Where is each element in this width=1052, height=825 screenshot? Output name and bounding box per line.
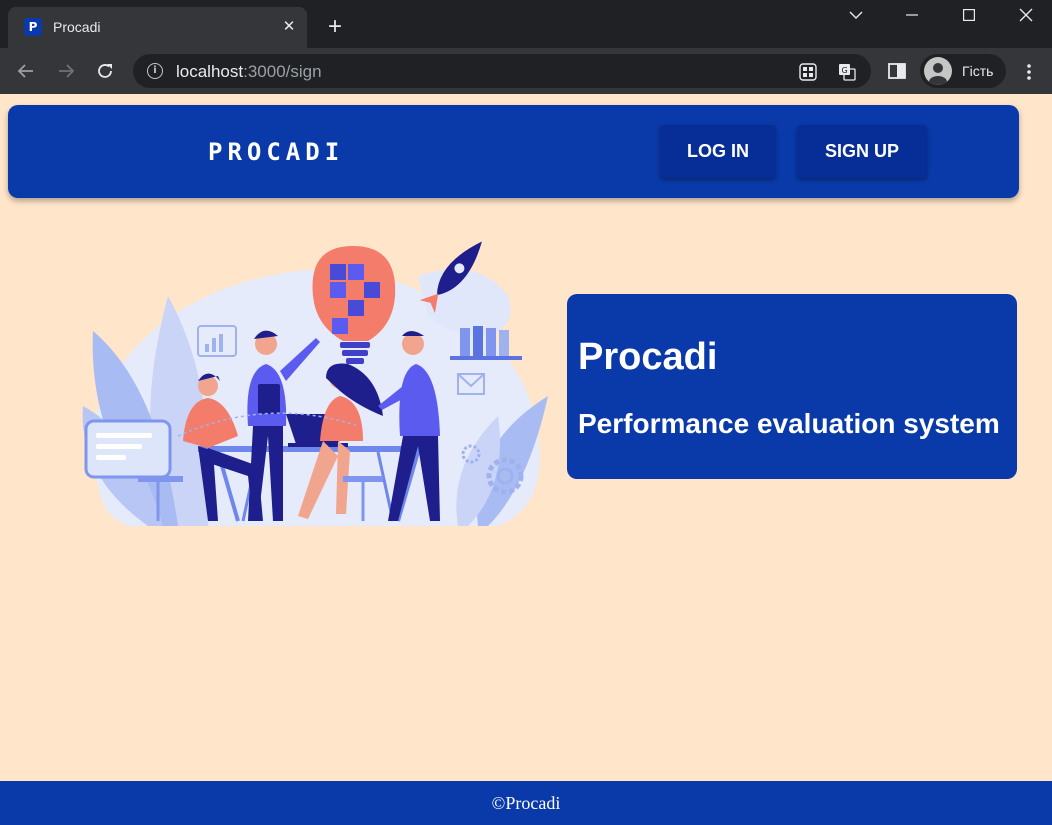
minimize-icon[interactable]	[884, 0, 940, 30]
login-button[interactable]: LOG IN	[660, 125, 776, 178]
page-viewport: PROCADI LOG IN SIGN UP Procadi Performan…	[0, 94, 1052, 825]
profile-label: Гість	[962, 63, 994, 79]
maximize-icon[interactable]	[941, 0, 997, 30]
tab-title: Procadi	[53, 19, 101, 35]
apps-grid-icon[interactable]	[798, 62, 818, 82]
url-text[interactable]: localhost:3000/sign	[176, 62, 322, 82]
hero-card: Procadi Performance evaluation system	[567, 294, 1017, 479]
profile-button[interactable]: Гість	[920, 54, 1006, 88]
back-icon[interactable]	[11, 56, 41, 86]
hero-title: Procadi	[578, 336, 718, 378]
tab-search-icon[interactable]	[828, 0, 884, 30]
browser-tab[interactable]: P Procadi ✕	[8, 7, 307, 48]
team-illustration	[58, 236, 558, 536]
favicon-icon: P	[24, 18, 42, 36]
brand-logo-text[interactable]: PROCADI	[208, 138, 344, 166]
app-header: PROCADI LOG IN SIGN UP	[8, 105, 1019, 198]
browser-toolbar: i localhost:3000/sign G Гість	[0, 48, 1052, 94]
user-avatar-icon	[924, 57, 952, 85]
hero-subtitle: Performance evaluation system	[578, 408, 1000, 439]
url-host: localhost	[176, 62, 244, 81]
translate-icon[interactable]: G	[837, 62, 857, 82]
tab-close-icon[interactable]: ✕	[278, 16, 300, 38]
reload-icon[interactable]	[90, 56, 120, 86]
signup-button[interactable]: SIGN UP	[797, 125, 927, 178]
browser-tabstrip: P Procadi ✕ +	[0, 0, 1052, 48]
address-bar[interactable]: i localhost:3000/sign G	[133, 54, 871, 88]
info-icon[interactable]: i	[147, 63, 163, 79]
svg-text:G: G	[842, 66, 848, 75]
close-window-icon[interactable]	[998, 0, 1052, 30]
url-path: :3000/sign	[243, 62, 322, 81]
kebab-menu-icon[interactable]	[1017, 60, 1041, 84]
forward-icon[interactable]	[51, 56, 81, 86]
page-footer: ©Procadi	[0, 781, 1052, 825]
side-panel-icon[interactable]	[884, 60, 910, 82]
new-tab-button[interactable]: +	[320, 12, 350, 42]
